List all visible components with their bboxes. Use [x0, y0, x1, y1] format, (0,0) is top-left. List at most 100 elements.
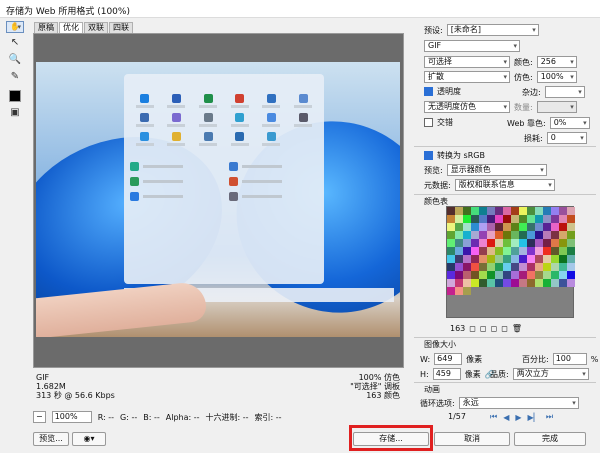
colors-select[interactable]: 256 — [536, 56, 577, 68]
eyedropper-color-swatch[interactable] — [9, 90, 21, 102]
color-table-cell[interactable] — [487, 255, 495, 263]
color-table-cell[interactable] — [559, 279, 567, 287]
color-table-cell[interactable] — [487, 271, 495, 279]
percent-input[interactable]: 100 — [552, 353, 587, 365]
color-table-cell[interactable] — [463, 215, 471, 223]
color-table-cell[interactable] — [559, 207, 567, 215]
color-table-cell[interactable] — [567, 223, 575, 231]
color-table-cell[interactable] — [519, 263, 527, 271]
color-table-cell[interactable] — [503, 239, 511, 247]
color-table-cell[interactable] — [543, 247, 551, 255]
color-table-cell[interactable] — [479, 207, 487, 215]
color-table-cell[interactable] — [519, 223, 527, 231]
color-table-cell[interactable] — [519, 215, 527, 223]
color-table-cell[interactable] — [447, 287, 455, 295]
hand-tool-icon[interactable]: ✋ — [6, 21, 24, 33]
color-table-cell[interactable] — [495, 279, 503, 287]
color-table-cell[interactable] — [551, 223, 559, 231]
color-table-cell[interactable] — [503, 207, 511, 215]
color-table-cell[interactable] — [543, 271, 551, 279]
color-table-cell[interactable] — [471, 247, 479, 255]
color-table-cell[interactable] — [447, 247, 455, 255]
color-table-cell[interactable] — [511, 247, 519, 255]
color-table-cell[interactable] — [479, 279, 487, 287]
color-table-cell[interactable] — [535, 247, 543, 255]
color-table-cell[interactable] — [527, 255, 535, 263]
color-table-cell[interactable] — [567, 239, 575, 247]
color-reduction-select[interactable]: 可选择 — [424, 56, 510, 68]
color-table-cell[interactable] — [487, 223, 495, 231]
color-table-cell[interactable] — [527, 263, 535, 271]
color-table-cell[interactable] — [543, 255, 551, 263]
color-table-cell[interactable] — [463, 287, 471, 295]
palette-delete-icon[interactable]: 🗑 — [512, 324, 522, 333]
color-table-cell[interactable] — [543, 231, 551, 239]
color-table-cell[interactable] — [511, 279, 519, 287]
color-table-cell[interactable] — [567, 207, 575, 215]
color-table-cell[interactable] — [455, 231, 463, 239]
color-table-cell[interactable] — [455, 215, 463, 223]
color-table-cell[interactable] — [535, 207, 543, 215]
color-table-cell[interactable] — [535, 279, 543, 287]
color-table-cell[interactable] — [559, 263, 567, 271]
color-table-cell[interactable] — [463, 263, 471, 271]
dither-algorithm-select[interactable]: 扩散 — [424, 71, 510, 83]
color-table-cell[interactable] — [487, 231, 495, 239]
color-table-cell[interactable] — [455, 239, 463, 247]
zoom-select[interactable]: 100% — [51, 411, 92, 423]
color-table-cell[interactable] — [471, 271, 479, 279]
color-table-cell[interactable] — [479, 239, 487, 247]
color-table-cell[interactable] — [559, 247, 567, 255]
color-table-cell[interactable] — [543, 239, 551, 247]
image-preview[interactable] — [33, 33, 404, 368]
color-table-cell[interactable] — [519, 239, 527, 247]
palette-lock-icon[interactable]: ◻ — [469, 324, 476, 333]
color-table-cell[interactable] — [479, 223, 487, 231]
web-snap-select[interactable]: 0% — [549, 117, 590, 129]
zoom-minus-button[interactable]: − — [33, 411, 46, 423]
color-table-cell[interactable] — [535, 239, 543, 247]
color-table-cell[interactable] — [551, 231, 559, 239]
color-table-cell[interactable] — [527, 207, 535, 215]
color-table-cell[interactable] — [479, 271, 487, 279]
color-table-cell[interactable] — [511, 255, 519, 263]
color-table-cell[interactable] — [519, 231, 527, 239]
color-table-cell[interactable] — [567, 279, 575, 287]
color-table-cell[interactable] — [527, 231, 535, 239]
color-table-cell[interactable] — [487, 239, 495, 247]
color-table-cell[interactable] — [495, 207, 503, 215]
color-table-cell[interactable] — [511, 215, 519, 223]
color-table-cell[interactable] — [447, 239, 455, 247]
color-table-cell[interactable] — [535, 215, 543, 223]
color-table-cell[interactable] — [447, 279, 455, 287]
metadata-select[interactable]: 版权和联系信息 — [454, 179, 555, 191]
color-table-cell[interactable] — [455, 279, 463, 287]
color-table-cell[interactable] — [503, 231, 511, 239]
eyedropper-tool-icon[interactable]: ✎ — [6, 68, 24, 84]
color-table-cell[interactable] — [463, 271, 471, 279]
color-table-cell[interactable] — [511, 223, 519, 231]
color-table-cell[interactable] — [511, 207, 519, 215]
color-table-cell[interactable] — [535, 223, 543, 231]
color-table-cell[interactable] — [479, 255, 487, 263]
color-table-cell[interactable] — [455, 255, 463, 263]
color-table-cell[interactable] — [471, 223, 479, 231]
color-table-cell[interactable] — [567, 271, 575, 279]
color-table-cell[interactable] — [551, 207, 559, 215]
color-table-cell[interactable] — [535, 263, 543, 271]
preset-select[interactable]: [未命名] — [446, 24, 539, 36]
color-table-cell[interactable] — [527, 239, 535, 247]
dither-amount-select[interactable]: 100% — [536, 71, 577, 83]
color-table-cell[interactable] — [559, 255, 567, 263]
prev-frame-icon[interactable]: ◀ — [503, 413, 509, 422]
color-table-cell[interactable] — [527, 271, 535, 279]
color-table-cell[interactable] — [447, 215, 455, 223]
color-table-cell[interactable] — [471, 215, 479, 223]
next-frame-icon[interactable]: ▶▏ — [528, 413, 540, 422]
transparency-dither-select[interactable]: 无透明度仿色 — [424, 101, 510, 113]
color-table-cell[interactable] — [455, 263, 463, 271]
color-table-cell[interactable] — [455, 207, 463, 215]
transparency-checkbox[interactable] — [424, 87, 433, 96]
color-table-cell[interactable] — [495, 215, 503, 223]
color-table-cell[interactable] — [447, 255, 455, 263]
